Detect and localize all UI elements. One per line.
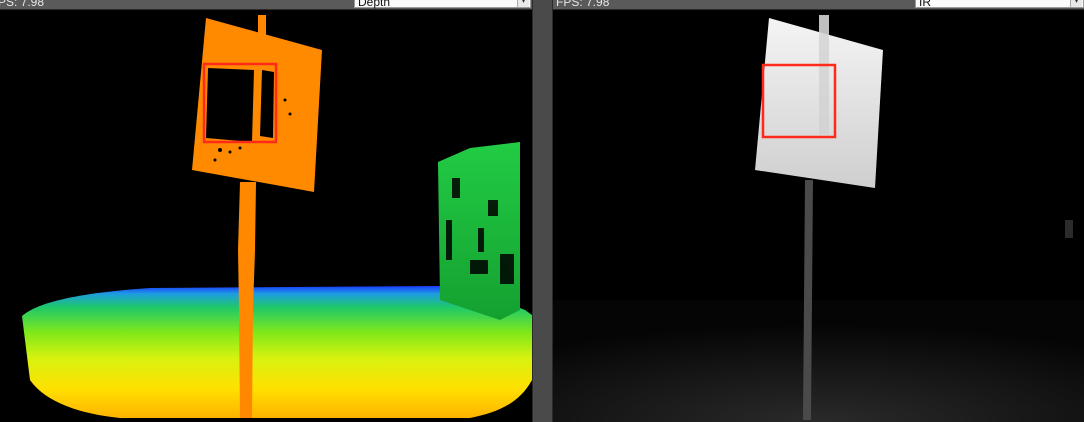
- ir-panel: FPS: 7.98 IR ▾: [553, 0, 1084, 422]
- depth-image: [22, 15, 532, 418]
- fps-readout: FPS: 7.98: [556, 0, 610, 9]
- stream-mode-select[interactable]: Depth ▾: [354, 0, 531, 8]
- depth-hole-region: [206, 68, 254, 142]
- ir-image: [553, 15, 1084, 422]
- ir-image-view[interactable]: [553, 10, 1084, 422]
- stream-mode-select[interactable]: IR ▾: [915, 0, 1084, 8]
- stream-mode-value: Depth: [358, 0, 391, 9]
- depth-image-view[interactable]: [0, 10, 532, 422]
- depth-toolbar: PS: 7.98 Depth ▾: [0, 0, 532, 10]
- wall-fixture: [1065, 220, 1073, 238]
- stream-mode-value: IR: [919, 0, 931, 9]
- depth-panel: PS: 7.98 Depth ▾: [0, 0, 532, 422]
- fps-readout: PS: 7.98: [0, 0, 45, 9]
- ir-toolbar: FPS: 7.98 IR ▾: [553, 0, 1084, 10]
- panel-divider[interactable]: [532, 0, 553, 422]
- floor-depth-region: [22, 286, 532, 418]
- chevron-down-icon[interactable]: ▾: [1070, 0, 1082, 7]
- chevron-down-icon[interactable]: ▾: [517, 0, 529, 7]
